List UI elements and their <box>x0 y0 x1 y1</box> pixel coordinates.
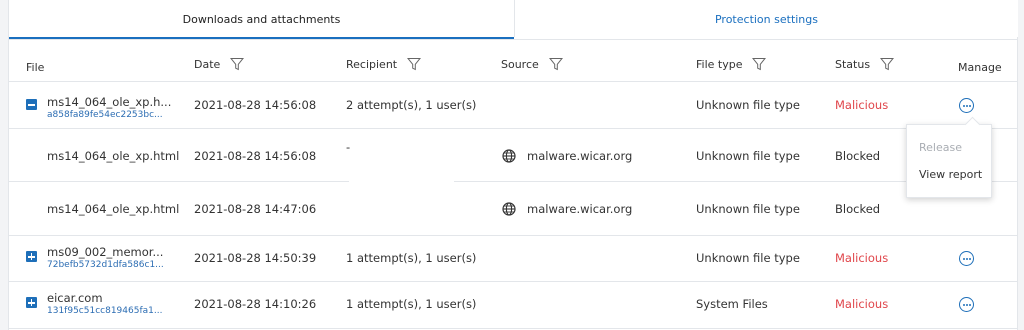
file-type-cell: Unknown file type <box>696 149 800 163</box>
column-status[interactable]: Status <box>835 57 895 71</box>
table-row[interactable]: ms14_064_ole_xp.html 2021-08-28 14:56:08… <box>9 129 1017 182</box>
status-badge: Blocked <box>835 202 881 216</box>
filter-icon[interactable] <box>548 57 563 71</box>
date-cell: 2021-08-28 14:47:06 <box>194 202 317 216</box>
release-menu-item[interactable]: Release <box>919 141 962 154</box>
expand-icon[interactable] <box>26 297 37 308</box>
column-file: File <box>26 61 44 74</box>
table-row[interactable]: eicar.com 131f95c51cc819465fa1... 2021-0… <box>9 282 1017 329</box>
file-type-cell: Unknown file type <box>696 251 800 265</box>
date-cell: 2021-08-28 14:56:08 <box>194 98 317 112</box>
more-options-icon[interactable] <box>959 251 974 266</box>
recipient-cell: - <box>346 140 351 154</box>
column-file-type-label: File type <box>696 57 743 71</box>
recipient-cell: 2 attempt(s), 1 user(s) <box>346 98 477 112</box>
file-hash: 72befb5732d1dfa586c1... <box>47 260 164 270</box>
column-manage-label: Manage <box>958 61 1002 74</box>
column-date-label: Date <box>194 57 221 71</box>
filter-icon[interactable] <box>752 57 767 71</box>
status-badge: Malicious <box>835 98 889 112</box>
date-cell: 2021-08-28 14:56:08 <box>194 149 317 163</box>
date-cell: 2021-08-28 14:50:39 <box>194 251 317 265</box>
filter-icon[interactable] <box>230 57 245 71</box>
file-name: eicar.com <box>47 291 103 305</box>
tab-protection-settings[interactable]: Protection settings <box>514 0 1018 37</box>
filter-icon[interactable] <box>407 57 422 71</box>
table-row[interactable]: ms09_002_memor... 72befb5732d1dfa586c1..… <box>9 236 1017 282</box>
file-name: ms14_064_ole_xp.html <box>47 202 180 216</box>
column-recipient-label: Recipient <box>346 57 398 71</box>
column-date[interactable]: Date <box>194 57 245 71</box>
table-row[interactable]: ms14_064_ole_xp.html 2021-08-28 14:47:06… <box>9 182 1017 236</box>
column-source[interactable]: Source <box>501 57 563 71</box>
status-badge: Blocked <box>835 149 881 163</box>
globe-icon <box>502 149 516 163</box>
view-report-menu-item[interactable]: View report <box>919 168 982 181</box>
column-manage: Manage <box>958 61 1002 74</box>
table-header: File Date Recipient Source File type Sta… <box>9 40 1017 82</box>
column-recipient[interactable]: Recipient <box>346 57 422 71</box>
quarantine-panel: Downloads and attachments Protection set… <box>8 0 1018 330</box>
collapse-icon[interactable] <box>26 99 37 110</box>
status-badge: Malicious <box>835 251 889 265</box>
table-row[interactable]: ms14_064_ole_xp.h... a858fa89fe54ec2253b… <box>9 82 1017 129</box>
file-type-cell: System Files <box>696 297 768 311</box>
column-file-label: File <box>26 61 45 74</box>
file-hash: a858fa89fe54ec2253bc... <box>47 110 163 120</box>
date-cell: 2021-08-28 14:10:26 <box>194 297 317 311</box>
status-badge: Malicious <box>835 297 889 311</box>
filter-icon[interactable] <box>880 57 895 71</box>
more-options-icon[interactable] <box>959 98 974 113</box>
file-type-cell: Unknown file type <box>696 98 800 112</box>
file-name: ms09_002_memor... <box>47 245 164 259</box>
recipient-cell: 1 attempt(s), 1 user(s) <box>346 297 477 311</box>
file-name: ms14_064_ole_xp.html <box>47 149 180 163</box>
source-cell: malware.wicar.org <box>527 149 633 163</box>
file-type-cell: Unknown file type <box>696 202 800 216</box>
tab-downloads-and-attachments[interactable]: Downloads and attachments <box>9 0 514 39</box>
manage-menu: Release View report <box>906 116 992 198</box>
column-file-type[interactable]: File type <box>696 57 767 71</box>
column-source-label: Source <box>501 57 539 71</box>
column-status-label: Status <box>835 57 871 71</box>
expand-icon[interactable] <box>26 251 37 262</box>
tab-bar: Downloads and attachments Protection set… <box>9 0 1018 40</box>
source-cell: malware.wicar.org <box>527 202 633 216</box>
file-name: ms14_064_ole_xp.h... <box>47 95 172 109</box>
more-options-icon[interactable] <box>959 297 974 312</box>
globe-icon <box>502 202 516 216</box>
file-hash: 131f95c51cc819465fa1... <box>47 306 163 316</box>
recipient-cell: 1 attempt(s), 1 user(s) <box>346 251 477 265</box>
